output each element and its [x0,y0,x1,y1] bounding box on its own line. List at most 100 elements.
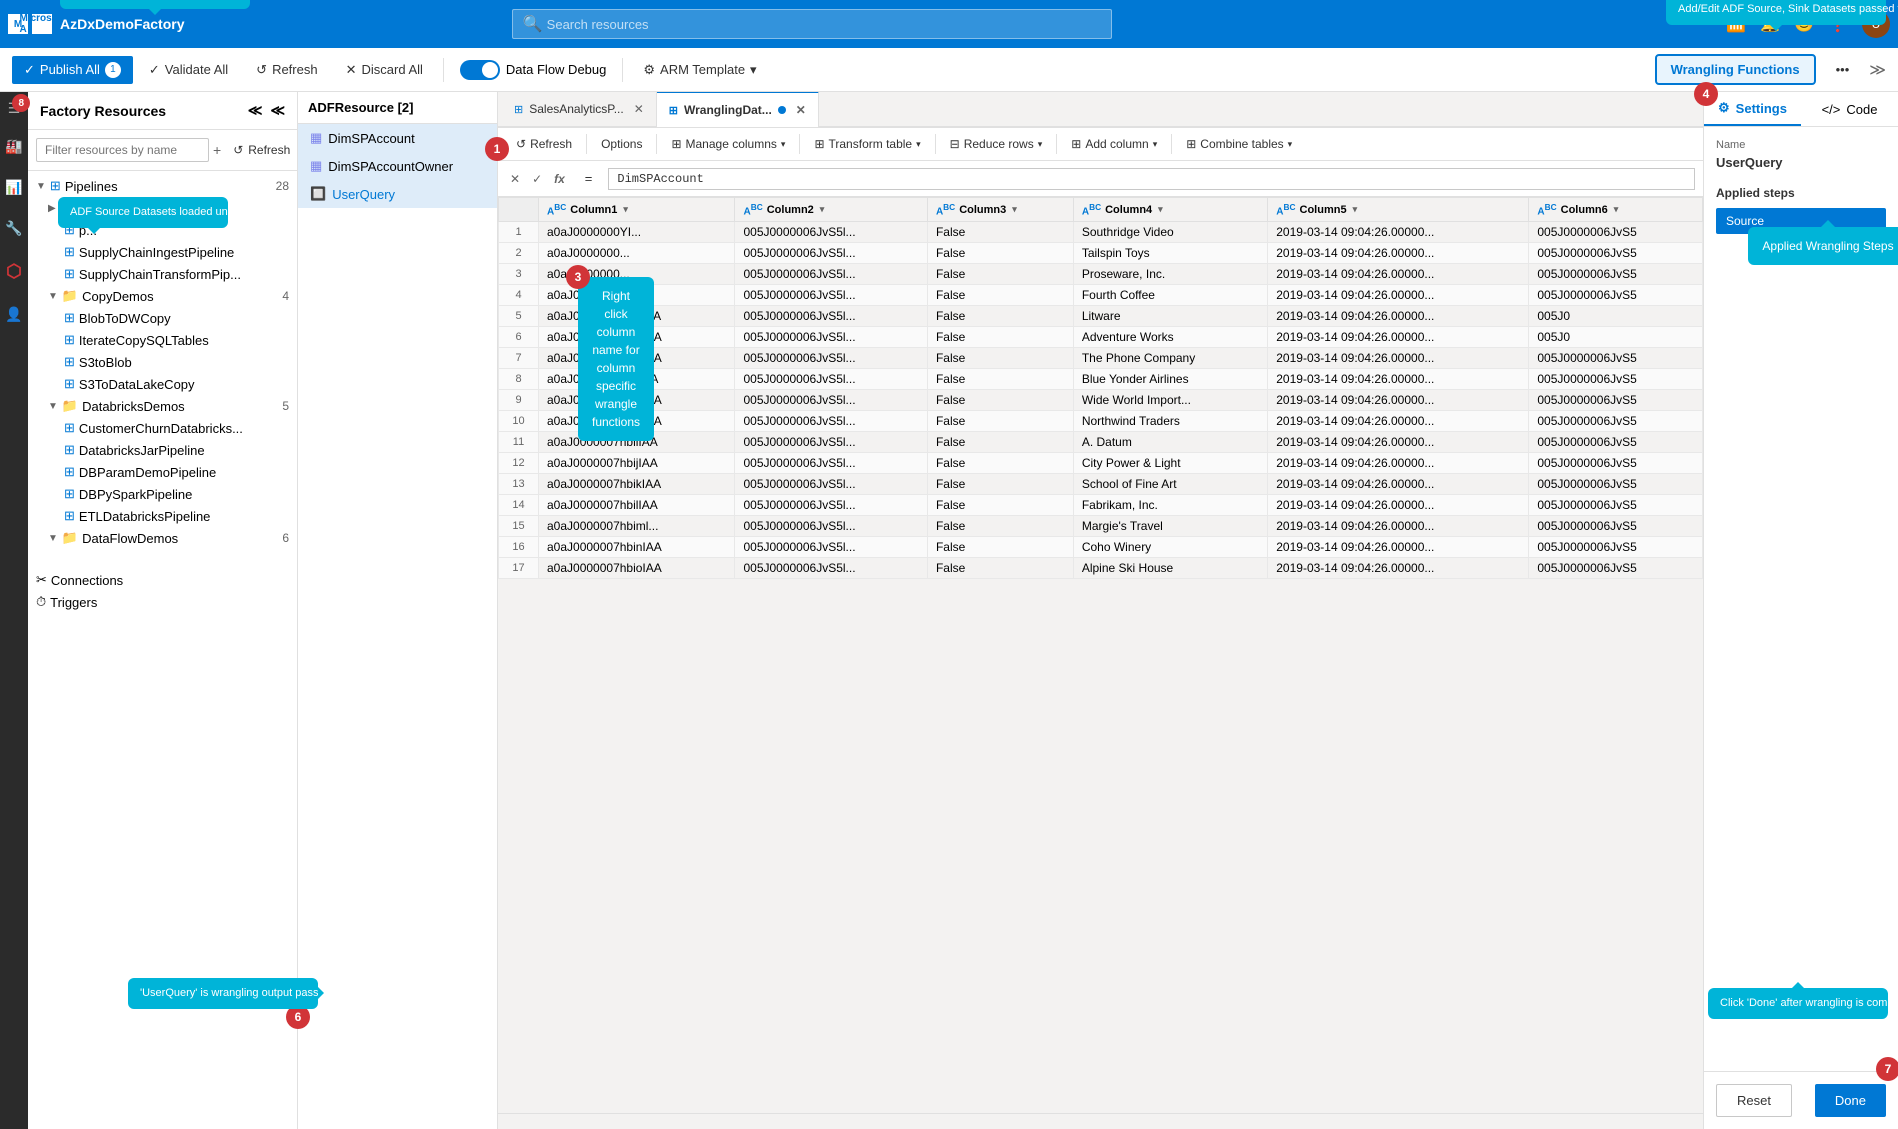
factory-refresh-button[interactable]: ↺ Refresh [225,140,298,160]
col5-cell: 2019-03-14 09:04:26.00000... [1268,558,1529,579]
done-button[interactable]: Done [1815,1084,1886,1117]
publish-tooltip: Click 'Publish' to publish wrangling dat… [60,0,250,9]
col3-cell: False [927,558,1073,579]
tools-icon[interactable]: 🔧 [1,216,26,241]
blob-to-dw[interactable]: ⊞ BlobToDWCopy [28,307,297,329]
dataflow-debug-toggle[interactable]: Data Flow Debug [460,60,606,80]
row-num-cell: 14 [499,495,539,516]
accept-formula-icon[interactable]: ✓ [528,170,546,188]
refresh-button[interactable]: ↺ Refresh [244,56,329,84]
add-column-button[interactable]: ⊞ Add column ▾ [1061,132,1167,156]
dim-sp-account-owner-item[interactable]: ▦ DimSPAccountOwner [298,152,497,180]
col1-cell: a0aJ0000007hbiml... [539,516,735,537]
iterate-copy[interactable]: ⊞ IterateCopySQLTables [28,329,297,351]
collapse-right-icon[interactable]: ≫ [1869,60,1886,80]
collapse-panel-icon-2[interactable]: ≪ [270,102,285,119]
formula-input[interactable] [608,168,1695,190]
tab-sales-analytics[interactable]: ⊞ SalesAnalyticsP... ✕ [502,92,657,127]
databricks-jar[interactable]: ⊞ DatabricksJarPipeline [28,439,297,461]
col-header-2[interactable]: ABC Column2 ▾ [735,198,927,222]
factory-search-input[interactable] [36,138,209,162]
col-header-6[interactable]: ABC Column6 ▾ [1529,198,1703,222]
factory-name: AzDxDemoFactory [60,16,184,32]
data-sep-1 [586,134,587,154]
reduce-icon: ⊟ [950,137,960,151]
dim-sp-account-item[interactable]: ▦ DimSPAccount [298,124,497,152]
global-search[interactable]: 🔍 [512,9,1112,39]
manage-columns-button[interactable]: ⊞ Manage columns ▾ [661,132,795,156]
supply-chain-transform-2[interactable]: ⊞ SupplyChainTransformPip... [28,263,297,285]
publish-all-button[interactable]: ✓ Publish All 1 [12,56,133,84]
factory-icon[interactable]: 🏭 [1,134,26,159]
connections-item[interactable]: ✂ Connections [28,569,297,591]
etl-databricks[interactable]: ⊞ ETLDatabricksPipeline [28,505,297,527]
dataflow-section[interactable]: ▼ 📁 DataFlowDemos 6 [28,527,297,549]
data-grid-container[interactable]: 3 Right click column name for column spe… [498,197,1703,1113]
s3-to-blob[interactable]: ⊞ S3toBlob [28,351,297,373]
done-tooltip: Click 'Done' after wrangling is complete [1708,988,1888,1019]
pipeline-icon-copy-2: ⊞ [64,332,75,348]
ms-logo: M Microsoft A [8,14,52,34]
settings-tab[interactable]: ⚙ Settings [1704,92,1801,126]
supply-chain-transform[interactable]: ⊞ SupplyChainIngestPipeline [28,241,297,263]
row-num-cell: 15 [499,516,539,537]
combine-tables-button[interactable]: ⊞ Combine tables ▾ [1176,132,1302,156]
pipeline-icon-db-1: ⊞ [64,420,75,436]
triggers-label: Triggers [50,595,97,610]
add-resource-icon[interactable]: + [213,142,221,158]
transform-table-button[interactable]: ⊞ Transform table ▾ [804,132,930,156]
db-param-label: DBParamDemoPipeline [79,465,216,480]
arm-template-button[interactable]: ⚙ ARM Template ▾ [631,56,768,84]
discard-all-button[interactable]: ✕ Discard All [334,56,435,84]
col2-cell: 005J0000006JvS5l... [735,327,927,348]
table-row: 4 a0aJ0000000... 005J0000006JvS5l... Fal… [499,285,1703,306]
arm-icon: ⚙ [643,62,655,78]
table-row: 16 a0aJ0000007hbinIAA 005J0000006JvS5l..… [499,537,1703,558]
right-toolbar: Add/Edit ADF Source, Sink Datasets passe… [1655,54,1886,85]
s3-datalake-label: S3ToDataLakeCopy [79,377,195,392]
menu-icon-wrap: ☰ 8 [4,100,25,118]
reduce-caret: ▾ [1038,139,1043,150]
col-header-5[interactable]: ABC Column5 ▾ [1268,198,1529,222]
tab-close-2[interactable]: ✕ [796,103,806,117]
grid-scroll[interactable] [498,1113,1703,1129]
pipelines-section[interactable]: ▼ ⊞ Pipelines 28 [28,175,297,197]
cancel-formula-icon[interactable]: ✕ [506,170,524,188]
col-header-3[interactable]: ABC Column3 ▾ [927,198,1073,222]
s3-to-datalake[interactable]: ⊞ S3ToDataLakeCopy [28,373,297,395]
pipeline-icon-db-4: ⊞ [64,486,75,502]
code-tab[interactable]: </> Code [1801,92,1898,126]
db-param-demo[interactable]: ⊞ DBParamDemoPipeline [28,461,297,483]
databricks-section[interactable]: ▼ 📁 DatabricksDemos 5 [28,395,297,417]
tab-close-1[interactable]: ✕ [634,102,644,116]
row-num-cell: 4 [499,285,539,306]
validate-all-button[interactable]: ✓ Validate All [137,56,240,84]
reset-button[interactable]: Reset [1716,1084,1792,1117]
customer-churn[interactable]: ⊞ CustomerChurnDatabricks... [28,417,297,439]
wrangling-functions-button[interactable]: Wrangling Functions [1655,54,1816,85]
ellipsis-button[interactable]: ••• [1824,56,1862,83]
col-header-4[interactable]: ABC Column4 ▾ [1073,198,1267,222]
data-refresh-button[interactable]: ↺ Refresh [506,132,582,156]
col-header-1[interactable]: ABC Column1 ▾ [539,198,735,222]
col5-cell: 2019-03-14 09:04:26.00000... [1268,327,1529,348]
data-factory-icon[interactable]: ⬡ [2,257,26,286]
col2-cell: 005J0000006JvS5l... [735,243,927,264]
triggers-item[interactable]: ⏱ Triggers [28,591,297,613]
pipeline-item-name-3: SupplyChainTransformPip... [79,267,241,282]
db-pyspark[interactable]: ⊞ DBPySparkPipeline [28,483,297,505]
col6-cell: 005J0000006JvS5 [1529,516,1703,537]
manage-columns-caret: ▾ [781,139,786,150]
data-options-button[interactable]: Options [591,132,652,156]
tab-wrangling-data[interactable]: ⊞ WranglingDat... ✕ [657,92,819,127]
monitor-icon[interactable]: 📊 [1,175,26,200]
user-icon[interactable]: 👤 [1,302,26,327]
copy-demos-section[interactable]: ▼ 📁 CopyDemos 4 [28,285,297,307]
discard-icon: ✕ [346,62,357,78]
col6-cell: 005J0 [1529,306,1703,327]
toggle-track[interactable] [460,60,500,80]
user-query-item[interactable]: 🔲 UserQuery [298,180,497,208]
search-input[interactable] [547,17,1101,32]
reduce-rows-button[interactable]: ⊟ Reduce rows ▾ [940,132,1053,156]
collapse-panel-icon[interactable]: ≪ [248,102,263,119]
